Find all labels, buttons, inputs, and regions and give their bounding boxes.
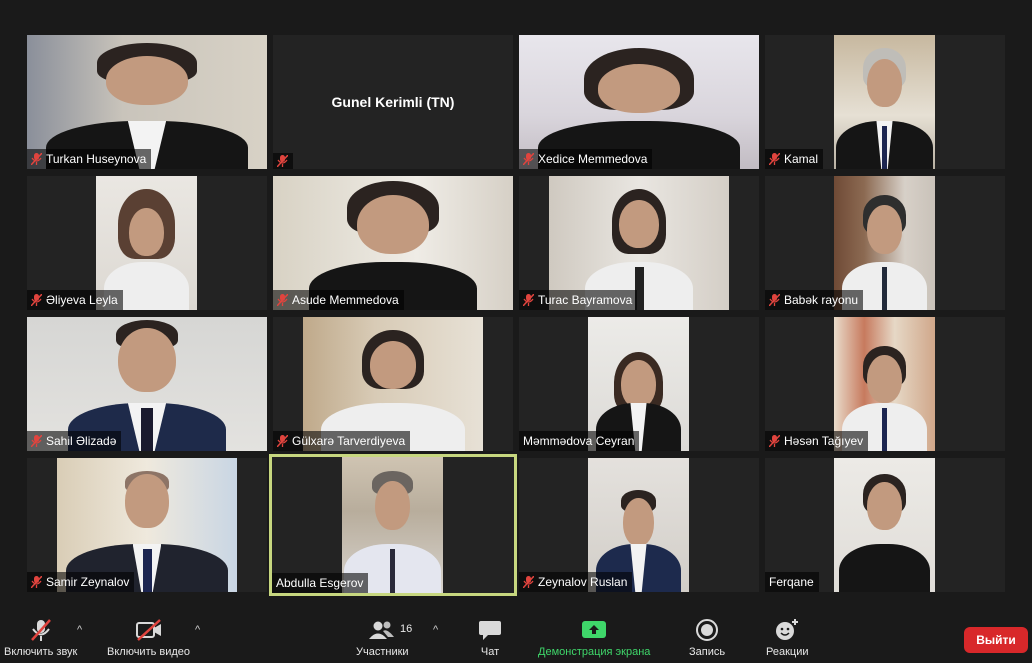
video-grid: Turkan Huseynova Gunel Kerimli (TN) Xedi… — [0, 0, 1032, 610]
participant-name: Ferqane — [769, 575, 814, 589]
participant-name: Abdulla Esgerov — [276, 576, 364, 590]
active-speaker-tile[interactable]: Abdulla Esgerov — [269, 454, 517, 596]
mic-muted-icon — [276, 293, 289, 307]
participant-name: Asude Memmedova — [292, 293, 399, 307]
reactions-icon — [774, 618, 800, 642]
participant-name-tag: Sahil Əlizadə — [27, 431, 122, 451]
participant-video — [834, 35, 935, 169]
participant-name-tag: Gülxarə Tarverdiyeva — [273, 431, 411, 451]
participant-tile[interactable]: Turac Bayramova — [519, 176, 759, 310]
start-video-button[interactable]: Включить видео — [107, 618, 190, 658]
mic-muted-icon — [522, 575, 535, 589]
chat-label: Чат — [480, 646, 500, 658]
participant-tile[interactable]: Babək rayonu — [765, 176, 1005, 310]
mic-muted-icon — [522, 293, 535, 307]
mic-muted-icon — [276, 434, 289, 448]
mic-muted-icon — [276, 154, 289, 168]
participant-tile[interactable]: Əliyeva Leyla — [27, 176, 267, 310]
participant-name-tag — [273, 153, 293, 169]
participant-name-tag: Xedice Memmedova — [519, 149, 653, 169]
share-screen-label: Демонстрация экрана — [538, 646, 651, 658]
video-off-icon — [135, 618, 163, 642]
reactions-button[interactable]: Реакции — [766, 618, 809, 658]
participant-name: Əliyeva Leyla — [46, 293, 118, 307]
reactions-label: Реакции — [766, 646, 809, 658]
participant-name: Kamal — [784, 152, 819, 166]
participant-name: Məmmədova Ceyran — [523, 434, 635, 448]
mic-muted-icon — [30, 575, 43, 589]
participant-name-tag: Ferqane — [765, 572, 819, 592]
participant-tile[interactable]: Xedice Memmedova — [519, 35, 759, 169]
chat-button[interactable]: Чат — [478, 618, 502, 658]
mic-muted-icon — [768, 434, 781, 448]
participant-tile[interactable]: Həsən Tağıyev — [765, 317, 1005, 451]
share-screen-button[interactable]: Демонстрация экрана — [538, 618, 650, 658]
participants-options-caret[interactable]: ^ — [433, 624, 438, 636]
participant-name-tag: Turkan Huseynova — [27, 149, 152, 169]
participant-tile[interactable]: Turkan Huseynova — [27, 35, 267, 169]
participant-name-tag: Zeynalov Ruslan — [519, 572, 633, 592]
participant-name: Gülxarə Tarverdiyeva — [292, 434, 406, 448]
participant-name-tag: Həsən Tağıyev — [765, 431, 869, 451]
participant-name: Turac Bayramova — [538, 293, 633, 307]
participant-tile[interactable]: Gülxarə Tarverdiyeva — [273, 317, 513, 451]
participant-tile[interactable]: Asude Memmedova — [273, 176, 513, 310]
mic-muted-icon — [30, 293, 43, 307]
participant-name: Babək rayonu — [784, 293, 859, 307]
record-label: Запись — [689, 646, 726, 658]
participant-name: Samir Zeynalov — [46, 575, 130, 589]
participant-name-tag: Turac Bayramova — [519, 290, 638, 310]
unmute-label: Включить звук — [4, 646, 78, 658]
mic-muted-icon — [768, 152, 781, 166]
start-video-label: Включить видео — [107, 646, 191, 658]
participant-tile[interactable]: Sahil Əlizadə — [27, 317, 267, 451]
participant-tile[interactable]: Məmmədova Ceyran — [519, 317, 759, 451]
mic-muted-icon — [768, 293, 781, 307]
share-screen-icon — [581, 618, 607, 642]
unmute-button[interactable]: Включить звук — [4, 618, 77, 658]
leave-meeting-button[interactable]: Выйти — [964, 627, 1028, 653]
mic-muted-icon — [30, 434, 43, 448]
participant-name: Sahil Əlizadə — [46, 434, 117, 448]
mic-muted-icon — [522, 152, 535, 166]
mic-muted-icon — [29, 618, 53, 642]
participant-name-tag: Əliyeva Leyla — [27, 290, 123, 310]
participant-display-name: Gunel Kerimli (TN) — [331, 94, 455, 110]
participant-name-tag: Asude Memmedova — [273, 290, 404, 310]
participant-name: Turkan Huseynova — [46, 152, 147, 166]
mic-muted-icon — [30, 152, 43, 166]
participant-tile[interactable]: Gunel Kerimli (TN) — [273, 35, 513, 169]
meeting-toolbar: Включить звук ^ Включить видео ^ Участни… — [0, 610, 1032, 663]
participant-tile[interactable]: Kamal — [765, 35, 1005, 169]
audio-options-caret[interactable]: ^ — [77, 624, 82, 636]
participants-label: Участники — [356, 646, 409, 658]
record-button[interactable]: Запись — [689, 618, 725, 658]
video-options-caret[interactable]: ^ — [195, 624, 200, 636]
participants-count: 16 — [400, 623, 413, 635]
participant-name-tag: Samir Zeynalov — [27, 572, 135, 592]
record-icon — [695, 618, 719, 642]
participant-tile[interactable]: Samir Zeynalov — [27, 458, 267, 592]
participant-name: Zeynalov Ruslan — [538, 575, 628, 589]
participant-name-tag: Məmmədova Ceyran — [519, 431, 640, 451]
participant-name: Xedice Memmedova — [538, 152, 648, 166]
participant-tile[interactable]: Ferqane — [765, 458, 1005, 592]
participant-name-tag: Kamal — [765, 149, 824, 169]
participant-name: Həsən Tağıyev — [784, 434, 864, 448]
participant-name-tag: Babək rayonu — [765, 290, 864, 310]
chat-icon — [478, 618, 502, 642]
participant-name-tag: Abdulla Esgerov — [272, 573, 369, 593]
participant-video — [834, 458, 935, 592]
participant-tile[interactable]: Zeynalov Ruslan — [519, 458, 759, 592]
participants-icon — [368, 618, 396, 642]
